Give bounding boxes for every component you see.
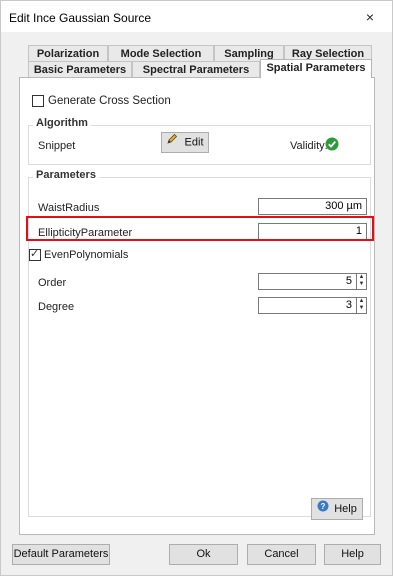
even-polynomials-checkbox[interactable] <box>29 247 41 261</box>
waist-radius-value: 300 µm <box>325 200 362 212</box>
tab-polarization[interactable]: Polarization <box>28 45 108 61</box>
close-icon[interactable]: × <box>348 1 392 32</box>
dialog-window: Edit Ince Gaussian Source × Polarization… <box>0 0 393 576</box>
waist-radius-label: WaistRadius <box>38 202 100 214</box>
degree-value: 3 <box>345 299 352 311</box>
generate-cross-section-label: Generate Cross Section <box>48 95 171 107</box>
help-button[interactable]: Help <box>324 544 381 565</box>
validity-label: Validity: <box>290 140 328 152</box>
algorithm-group-title: Algorithm <box>33 117 91 129</box>
default-parameters-button[interactable]: Default Parameters <box>12 544 110 565</box>
edit-button-label: Edit <box>184 136 204 149</box>
pencil-icon <box>166 133 178 152</box>
default-parameters-label: Default Parameters <box>13 548 109 560</box>
highlight-box <box>26 216 374 241</box>
degree-stepper[interactable]: ▲ ▼ <box>357 297 367 314</box>
help-icon: ? <box>317 499 329 519</box>
degree-label: Degree <box>38 301 75 313</box>
help-button-label: Help <box>334 503 357 515</box>
cancel-button[interactable]: Cancel <box>247 544 316 565</box>
panel-help-button[interactable]: ? Help <box>311 498 363 520</box>
svg-text:?: ? <box>321 502 326 511</box>
tab-basic-parameters[interactable]: Basic Parameters <box>28 61 132 77</box>
tab-label: Mode Selection <box>120 48 202 60</box>
edit-button[interactable]: Edit <box>161 132 209 153</box>
order-label: Order <box>38 277 67 289</box>
waist-radius-input[interactable]: 300 µm <box>258 198 367 215</box>
tab-spatial-parameters[interactable]: Spatial Parameters <box>260 59 372 78</box>
tab-label: Spectral Parameters <box>142 64 250 76</box>
green-check-icon <box>325 137 339 154</box>
ok-button[interactable]: Ok <box>169 544 238 565</box>
snippet-label: Snippet <box>38 140 76 152</box>
spin-up-icon[interactable]: ▲ <box>357 274 366 281</box>
cancel-label: Cancel <box>264 548 299 560</box>
even-polynomials-label: EvenPolynomials <box>44 249 129 261</box>
window-title: Edit Ince Gaussian Source <box>9 11 152 25</box>
tab-label: Basic Parameters <box>33 64 127 76</box>
order-value: 5 <box>345 275 352 287</box>
order-input[interactable]: 5 <box>258 273 357 290</box>
order-stepper[interactable]: ▲ ▼ <box>357 273 367 290</box>
tab-label: Spatial Parameters <box>266 62 366 74</box>
spin-down-icon[interactable]: ▼ <box>357 305 366 312</box>
tab-spectral-parameters[interactable]: Spectral Parameters <box>132 61 260 77</box>
degree-input[interactable]: 3 <box>258 297 357 314</box>
spin-up-icon[interactable]: ▲ <box>357 298 366 305</box>
tab-label: Polarization <box>36 48 100 60</box>
tab-mode-selection[interactable]: Mode Selection <box>108 45 214 61</box>
spin-down-icon[interactable]: ▼ <box>357 281 366 288</box>
ok-label: Ok <box>196 548 211 560</box>
spatial-parameters-panel: Generate Cross Section Algorithm Snippet… <box>19 77 375 535</box>
title-bar: Edit Ince Gaussian Source × <box>1 1 392 32</box>
parameters-group-title: Parameters <box>33 169 99 181</box>
generate-cross-section-checkbox[interactable] <box>32 95 44 107</box>
help-label: Help <box>341 548 364 560</box>
